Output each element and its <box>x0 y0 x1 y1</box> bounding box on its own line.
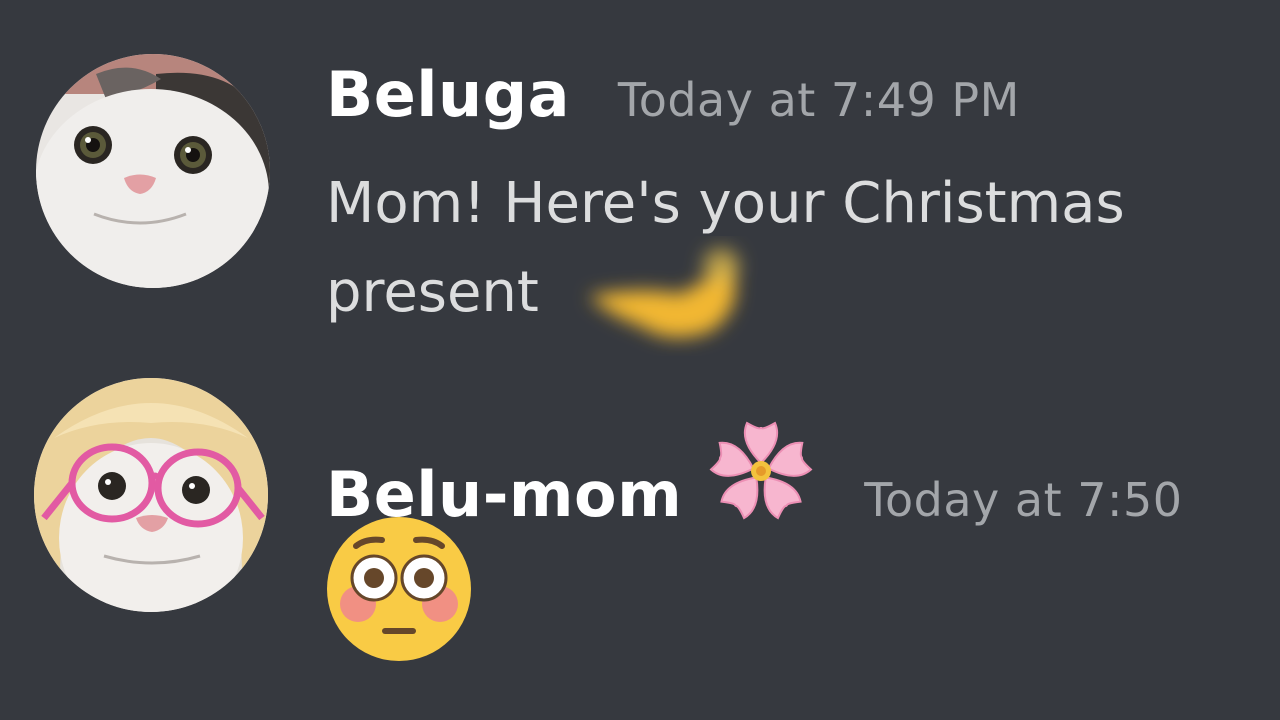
avatar-beluga[interactable] <box>36 54 270 288</box>
message-content-2 <box>326 516 1266 662</box>
message-text-line-2: present <box>326 236 1266 356</box>
message-text: present <box>326 260 539 326</box>
message-text-line: Mom! Here's your Christmas <box>326 171 1125 236</box>
flushed-face-emoji-icon <box>327 517 471 661</box>
message-header: Beluga Today at 7:49 PM <box>326 58 1020 131</box>
white-cat-with-blonde-wig-and-pink-glasses-avatar-icon <box>34 378 268 612</box>
cherry-blossom-icon <box>709 421 813 520</box>
message-header-2: Belu-mom Today at 7:50 <box>326 406 1183 531</box>
blurred-yellow-emoji-icon <box>588 248 739 338</box>
message-timestamp: Today at 7:49 PM <box>617 73 1020 127</box>
author-name[interactable]: Beluga <box>326 58 570 131</box>
white-cat-avatar-icon <box>36 54 270 288</box>
message-content: Mom! Here's your Christmas present <box>326 172 1266 356</box>
avatar-belu-mom[interactable] <box>34 378 268 612</box>
